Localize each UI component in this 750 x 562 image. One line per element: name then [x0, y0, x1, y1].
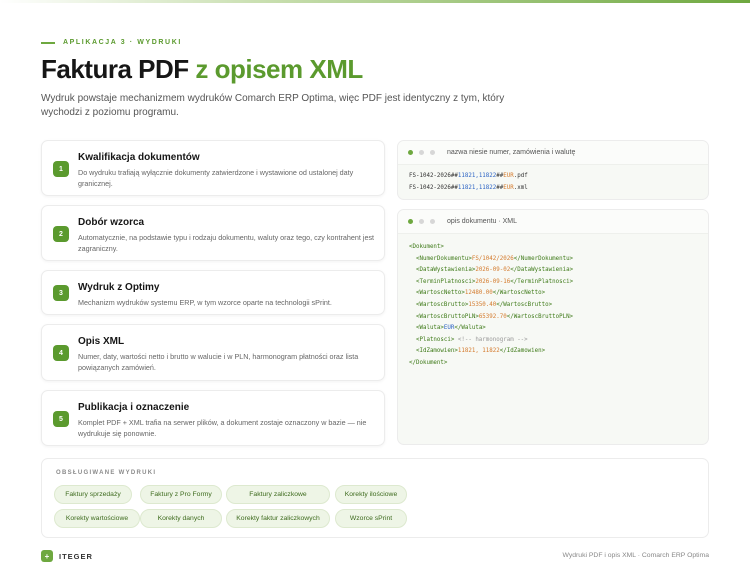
xml-code-panel: opis dokumentu · XML <Dokument> <NumerDo…	[397, 209, 709, 445]
page-title-main: Faktura PDF	[41, 54, 189, 84]
supported-label: OBSŁUGIWANE WYDRUKI	[56, 470, 157, 476]
step-card: 5 Publikacja i oznaczenie Komplet PDF + …	[41, 390, 385, 446]
xml-line: <TerminPlatnosci>2026-09-16</TerminPlatn…	[415, 278, 574, 285]
chip[interactable]: Korekty faktur zaliczkowych	[226, 509, 330, 528]
window-dot-icon	[419, 150, 424, 155]
supported-prints-panel: OBSŁUGIWANE WYDRUKI Faktury sprzedaży Fa…	[41, 458, 709, 538]
code-panel-header: nazwa niesie numer, zamówienia i walutę	[398, 141, 708, 165]
eyebrow-label: APLIKACJA 3 · WYDRUKI	[63, 39, 182, 46]
xml-root-open: <Dokument>	[409, 244, 444, 250]
step-number: 1	[53, 161, 69, 177]
chip[interactable]: Korekty wartościowe	[54, 509, 140, 528]
filename-code-panel: nazwa niesie numer, zamówienia i walutę …	[397, 140, 709, 200]
brand-name: ITEGER	[59, 551, 93, 561]
step-number: 2	[53, 226, 69, 242]
xml-line: <DataWystawienia>2026-09-02</DataWystawi…	[415, 267, 574, 274]
step-title: Opis XML	[78, 336, 125, 347]
xml-line: <Waluta>EUR</Waluta>	[415, 325, 486, 332]
xml-line: <WartoscBrutto>15350.40</WartoscBrutto>	[415, 301, 553, 308]
xml-line: <WartoscNetto>12480.00</WartoscNetto>	[415, 290, 546, 297]
window-dot-icon	[419, 219, 424, 224]
eyebrow: APLIKACJA 3 · WYDRUKI	[41, 39, 182, 46]
window-dot-icon	[408, 219, 413, 224]
page-title-accent: z opisem XML	[195, 54, 363, 84]
step-description: Komplet PDF + XML trafia na serwer plikó…	[78, 418, 367, 438]
xml-root-close: </Dokument>	[409, 359, 448, 366]
code-panel-header: opis dokumentu · XML	[398, 210, 708, 234]
window-dot-icon	[430, 219, 435, 224]
step-card: 4 Opis XML Numer, daty, wartości netto i…	[41, 324, 385, 381]
chip[interactable]: Faktury z Pro Formy	[140, 485, 222, 504]
top-accent-bar	[0, 0, 750, 3]
window-dot-icon	[408, 150, 413, 155]
step-description: Do wydruku trafiają wyłącznie dokumenty …	[78, 168, 354, 188]
chip[interactable]: Korekty ilościowe	[335, 485, 407, 504]
step-card: 3 Wydruk z Optimy Mechanizm wydruków sys…	[41, 270, 385, 315]
window-dot-icon	[430, 150, 435, 155]
xml-code: <Dokument> <NumerDokumentu>FS/1042/2026<…	[398, 234, 708, 376]
code-panel-title: nazwa niesie numer, zamówienia i walutę	[447, 149, 576, 156]
step-number: 3	[53, 285, 69, 301]
code-panel-title: opis dokumentu · XML	[447, 218, 518, 225]
step-number: 4	[53, 345, 69, 361]
xml-line: <WartoscBruttoPLN>65392.70</WartoscBrutt…	[415, 313, 574, 320]
step-description: Mechanizm wydruków systemu ERP, w tym wz…	[78, 298, 332, 307]
chip[interactable]: Faktury zaliczkowe	[226, 485, 330, 504]
filename-line: FS-1042-2026##11821,11822##EUR.pdf	[409, 173, 528, 179]
filename-line: FS-1042-2026##11821,11822##EUR.xml	[409, 184, 528, 191]
chip[interactable]: Korekty danych	[140, 509, 222, 528]
footer-caption: Wydruki PDF i opis XML · Comarch ERP Opt…	[562, 552, 710, 559]
page-title: Faktura PDF z opisem XML	[41, 54, 363, 85]
step-card: 2 Dobór wzorca Automatycznie, na podstaw…	[41, 205, 385, 261]
step-card: 1 Kwalifikacja dokumentów Do wydruku tra…	[41, 140, 385, 196]
step-title: Kwalifikacja dokumentów	[78, 152, 200, 163]
logo-icon: +	[41, 550, 53, 562]
step-title: Wydruk z Optimy	[78, 282, 160, 293]
step-title: Dobór wzorca	[78, 217, 145, 228]
step-title: Publikacja i oznaczenie	[78, 402, 190, 413]
step-description: Automatycznie, na podstawie typu i rodza…	[78, 233, 375, 253]
xml-line: <Platnosci> <!-- harmonogram -->	[415, 336, 528, 343]
xml-line: <IdZamowien>11821, 11822</IdZamowien>	[415, 348, 546, 355]
xml-line: <NumerDokumentu>FS/1042/2026</NumerDokum…	[415, 255, 574, 262]
filename-code: FS-1042-2026##11821,11822##EUR.pdf FS-104…	[398, 165, 708, 199]
step-description: Numer, daty, wartości netto i brutto w w…	[78, 352, 359, 372]
eyebrow-dash	[41, 41, 55, 44]
footer-logo: + ITEGER	[41, 550, 93, 562]
chip[interactable]: Wzorce sPrint	[335, 509, 407, 528]
step-number: 5	[53, 411, 69, 427]
lead-paragraph: Wydruk powstaje mechanizmem wydruków Com…	[41, 93, 505, 118]
chip[interactable]: Faktury sprzedaży	[54, 485, 132, 504]
